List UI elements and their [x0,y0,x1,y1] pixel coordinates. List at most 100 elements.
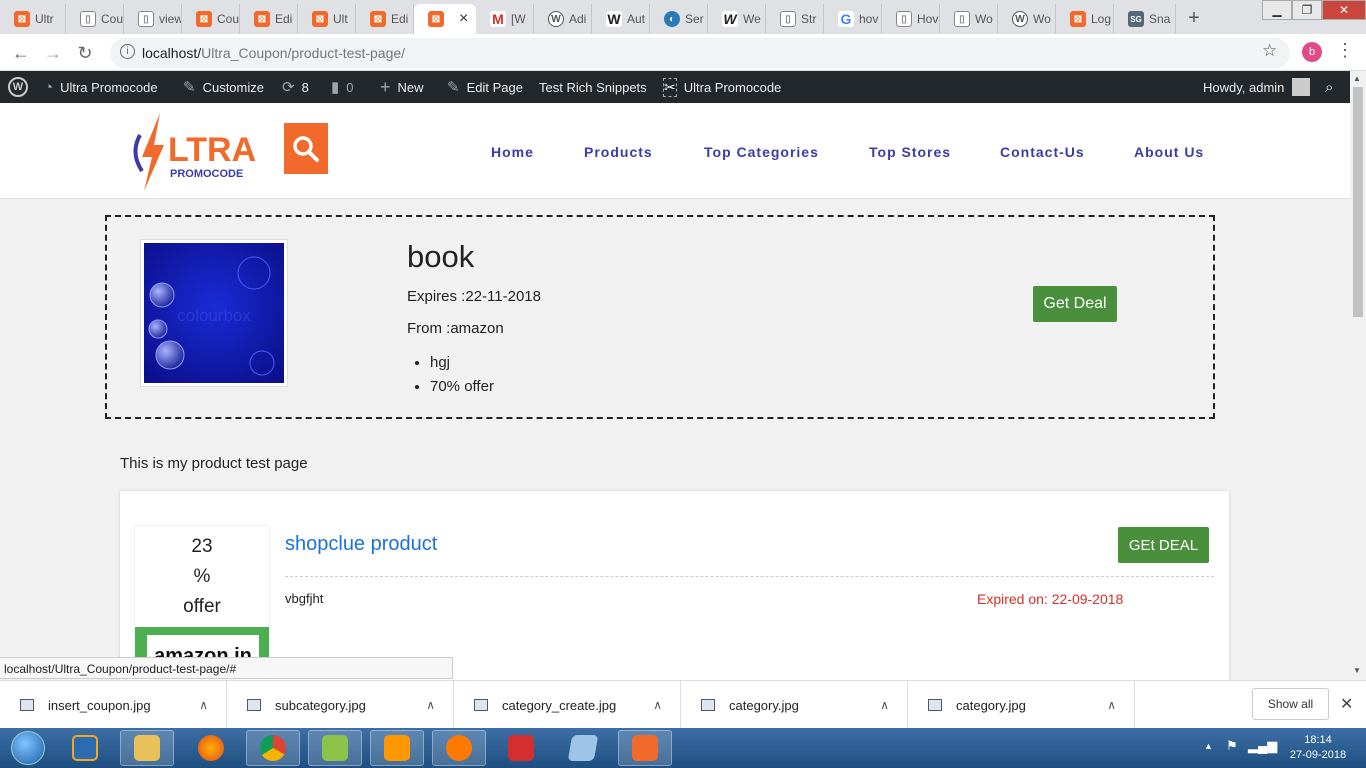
offer-word: offer [183,596,221,617]
scissors-icon: ✂ [663,77,677,97]
chevron-up-icon[interactable]: ∧ [426,698,435,712]
coupon-title[interactable]: shopclue product [285,533,437,556]
profile-avatar[interactable]: b [1302,42,1322,62]
edit-page-link[interactable]: ✎ Edit Page [447,71,523,103]
browser-tab[interactable]: SG Sna [1114,4,1176,34]
site-logo[interactable]: LTRA PROMOCODE [128,111,258,193]
download-item[interactable]: category_create.jpg ∧ [454,681,681,729]
maximize-button[interactable]: ❐ [1292,0,1322,20]
taskbar-sublime[interactable] [370,730,424,766]
browser-tab[interactable]: ▯ Wo [940,4,998,34]
taskbar-firefox[interactable] [184,730,238,766]
download-item[interactable]: category.jpg ∧ [908,681,1135,729]
taskbar-notepadpp[interactable] [308,730,362,766]
browser-tab[interactable]: ▯ view [124,4,182,34]
taskbar-chrome[interactable] [246,730,300,766]
coupon-deal-button[interactable]: GEt DEAL [1118,527,1209,563]
account-menu[interactable]: Howdy, admin [1203,71,1311,103]
rich-snippets-link[interactable]: Test Rich Snippets [539,71,647,103]
taskbar-explorer[interactable] [120,730,174,766]
browser-tab[interactable]: W Adi [534,4,592,34]
browser-tab[interactable]: ▯ Str [766,4,824,34]
info-icon[interactable]: i [120,44,135,59]
customize-link[interactable]: ✎ Customize [183,71,264,103]
browser-tab[interactable]: W Aut [592,4,650,34]
product-image[interactable]: colourbox [140,239,288,387]
url-input[interactable]: i localhost/Ultra_Coupon/product-test-pa… [110,38,1290,68]
browser-tab[interactable]: ⊠ Ultr [0,4,66,34]
reload-icon[interactable]: ↻ [74,42,96,64]
comments-link[interactable]: ▮ 0 [331,71,354,103]
chevron-up-icon[interactable]: ∧ [1107,698,1116,712]
browser-tab[interactable]: W We [708,4,766,34]
scroll-up-icon[interactable]: ▲ [1353,74,1361,83]
forward-icon[interactable]: → [42,42,64,64]
scroll-thumb[interactable] [1353,87,1363,317]
taskbar-uc-browser[interactable] [432,730,486,766]
doc-icon: ▯ [954,11,970,27]
taskbar-clock[interactable]: 18:14 27-09-2018 [1282,733,1354,763]
start-button[interactable] [4,729,52,767]
nav-home[interactable]: Home [491,144,534,160]
nav-products[interactable]: Products [584,144,653,160]
browser-tab[interactable]: ⊠ Edi [240,4,298,34]
chrome-icon [260,735,286,761]
chevron-up-icon[interactable]: ∧ [653,698,662,712]
download-item[interactable]: category.jpg ∧ [681,681,908,729]
image-file-icon [247,699,261,711]
nav-about-us[interactable]: About Us [1134,144,1204,160]
download-item[interactable]: subcategory.jpg ∧ [227,681,454,729]
minimize-button[interactable]: ▁ [1262,0,1292,20]
nav-top-stores[interactable]: Top Stores [869,144,951,160]
browser-tab[interactable]: ▯ Hov [882,4,940,34]
nav-top-categories[interactable]: Top Categories [704,144,819,160]
browser-tab[interactable]: Ghov [824,4,882,34]
site-header: LTRA PROMOCODE Home Products Top Categor… [0,103,1350,199]
ultra-promocode-menu[interactable]: ✂ Ultra Promocode [663,71,781,103]
browser-tab[interactable]: ◐ Ser [650,4,708,34]
browser-tab[interactable]: ▯ Cou [66,4,124,34]
sublime-icon [384,735,410,761]
updates-link[interactable]: ⟳ 8 [282,71,309,103]
taskbar-media-player[interactable] [58,730,112,766]
browser-tab-active[interactable]: ⊠ × [414,4,476,34]
nav-contact-us[interactable]: Contact-Us [1000,144,1085,160]
back-icon[interactable]: ← [10,42,32,64]
network-warning-icon[interactable]: ⚑ [1226,738,1238,754]
close-icon[interactable]: ✕ [1340,694,1353,714]
search-icon[interactable]: ⌕ [1325,71,1333,103]
close-tab-icon[interactable]: × [459,10,468,28]
browser-tab[interactable]: W Wo [998,4,1056,34]
close-window-button[interactable]: ✕ [1322,0,1366,20]
browser-tab[interactable]: M [W [476,4,534,34]
browser-tab[interactable]: ⊠ Log [1056,4,1114,34]
product-deal-box: colourbox book Expires :22-11-2018 From … [105,215,1215,419]
show-all-button[interactable]: Show all [1252,688,1329,720]
taskbar-downloader[interactable] [494,730,548,766]
search-button[interactable] [284,123,328,174]
google-icon: G [838,11,854,27]
browser-tab[interactable]: ⊠ Ult [298,4,356,34]
download-item[interactable]: insert_coupon.jpg ∧ [0,681,227,729]
signal-icon[interactable]: ▂▄▆ [1248,738,1277,754]
logo-subtext: PROMOCODE [170,168,243,180]
bookmark-star-icon[interactable]: ☆ [1262,41,1277,61]
get-deal-button[interactable]: Get Deal [1033,286,1117,322]
page-scrollbar[interactable]: ▲ ▼ [1350,71,1366,680]
chevron-up-icon[interactable]: ∧ [880,698,889,712]
chevron-up-icon[interactable]: ∧ [199,698,208,712]
scroll-down-icon[interactable]: ▼ [1353,666,1361,675]
browser-tab[interactable]: ⊠ Cou [182,4,240,34]
wordpress-logo-icon[interactable]: W [8,71,28,103]
download-shelf: insert_coupon.jpg ∧ subcategory.jpg ∧ cate… [0,680,1366,729]
taskbar-app[interactable] [556,730,610,766]
site-name-link[interactable]: ◔ Ultra Promocode [44,71,158,103]
new-tab-button[interactable]: + [1182,6,1206,30]
browser-tab[interactable]: ⊠ Edi [356,4,414,34]
taskbar-xampp[interactable] [618,730,672,766]
tray-expand-icon[interactable]: ▲ [1204,741,1213,751]
address-bar: ← → ↻ i localhost/Ultra_Coupon/product-t… [0,34,1366,71]
windows-logo-icon [11,731,45,765]
browser-menu-icon[interactable]: ⋮ [1336,40,1354,61]
new-content-link[interactable]: + New [380,71,424,103]
